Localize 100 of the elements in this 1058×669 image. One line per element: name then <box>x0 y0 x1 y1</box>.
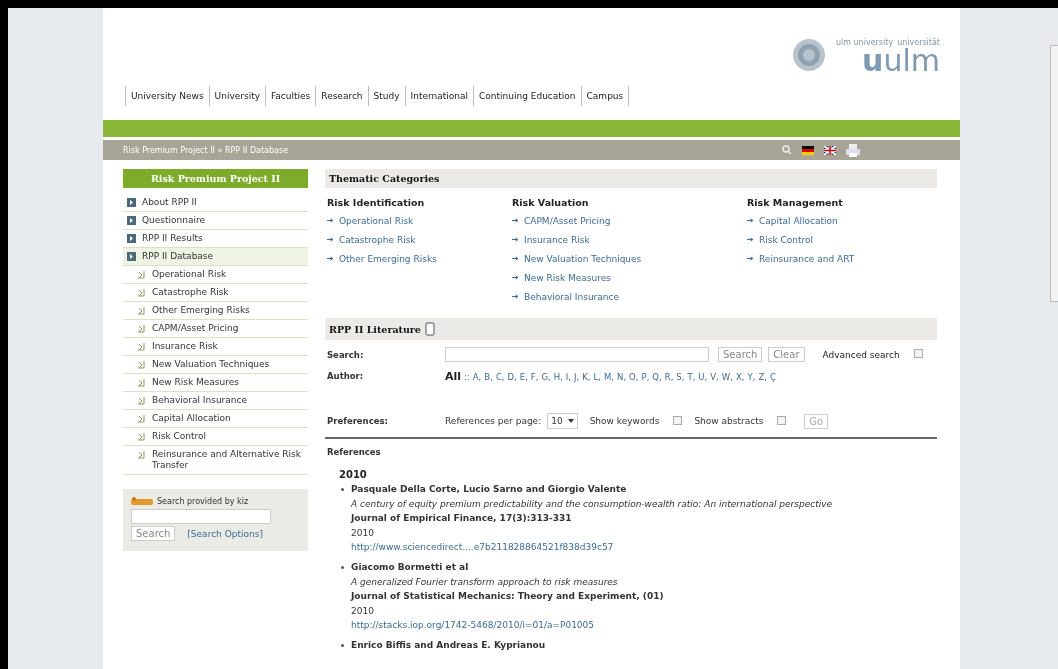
category-link[interactable]: Operational Risk <box>339 215 414 226</box>
author-filter-link[interactable]: M, <box>604 371 615 382</box>
author-filter-link[interactable]: Q, <box>652 371 662 382</box>
logo-wordmark: uulm <box>862 47 940 75</box>
author-filter-link[interactable]: F, <box>530 371 539 382</box>
category-link[interactable]: Capital Allocation <box>759 215 838 226</box>
sidebar-item[interactable]: Risk Control <box>123 428 308 446</box>
nav-link[interactable]: Faculties <box>266 86 317 106</box>
printer-icon[interactable] <box>846 143 860 157</box>
checkbox[interactable] <box>777 415 787 425</box>
category-link[interactable]: New Valuation Techniques <box>524 253 642 264</box>
author-filter-link[interactable]: Ç <box>769 371 776 382</box>
sidebar-item[interactable]: Other Emerging Risks <box>123 302 308 320</box>
author-filter-link[interactable]: Z, <box>758 371 767 382</box>
nav-link[interactable]: University <box>209 86 266 106</box>
nav-link[interactable]: Research <box>316 86 369 106</box>
page-icon <box>424 322 435 336</box>
author-filter-link[interactable]: J, <box>574 371 580 382</box>
section-title: References <box>326 446 382 457</box>
search-button[interactable]: Search <box>718 347 763 362</box>
author-filter-link[interactable]: P, <box>641 371 650 382</box>
category-link[interactable]: Behavioral Insurance <box>524 291 619 302</box>
sidebar-item[interactable]: CAPM/Asset Pricing <box>123 320 308 338</box>
category-link[interactable]: CAPM/Asset Pricing <box>524 215 611 226</box>
author-filter-link[interactable]: K, <box>582 371 591 382</box>
field-label: Author: <box>327 371 365 381</box>
chevron-icon <box>137 306 146 315</box>
author-filter-link[interactable]: X, <box>735 371 745 382</box>
sidebar-item[interactable]: New Valuation Techniques <box>123 356 308 374</box>
author-filter-link[interactable]: V, <box>710 371 719 382</box>
author-filter-link[interactable]: N, <box>617 371 627 382</box>
sidebar-item[interactable]: Catastrophe Risk <box>123 284 308 302</box>
author-filter-link[interactable]: G, <box>541 371 551 382</box>
author-filter-link[interactable]: L, <box>593 371 601 382</box>
category-link[interactable]: Catastrophe Risk <box>339 234 416 245</box>
category-link[interactable]: Other Emerging Risks <box>339 253 437 264</box>
sidebar-item[interactable]: Behavioral Insurance <box>123 392 308 410</box>
author-filter-link[interactable]: Y, <box>747 371 756 382</box>
author-filter-link[interactable]: C, <box>495 371 505 382</box>
reference-link[interactable]: http://www.sciencedirect....e7b211828864521f838d39c57 <box>351 542 614 552</box>
seal-icon <box>791 38 826 72</box>
nav-link[interactable]: University News <box>126 86 210 106</box>
arrow-icon <box>747 256 754 261</box>
nav-link[interactable]: International <box>405 86 475 106</box>
author-filter-link[interactable]: S, <box>676 371 685 382</box>
arrow-icon <box>512 275 519 280</box>
category-link[interactable]: New Risk Measures <box>524 272 611 283</box>
sidebar-item[interactable]: Insurance Risk <box>123 338 308 356</box>
author-filter-link[interactable]: R, <box>664 371 674 382</box>
category-link[interactable]: Reinsurance and ART <box>759 253 855 264</box>
search-button[interactable]: Search <box>131 526 176 541</box>
sidebar-item[interactable]: Questionnaire <box>123 212 308 230</box>
german-flag-icon[interactable] <box>802 145 814 155</box>
nav-link[interactable]: Continuing Education <box>474 86 582 106</box>
sidebar-item[interactable]: About RPP II <box>123 194 308 212</box>
sidebar-item[interactable]: New Risk Measures <box>123 374 308 392</box>
sidebar-item[interactable]: Operational Risk <box>123 266 308 284</box>
search-caption: Search provided by kiz <box>157 497 249 506</box>
author-filter-link[interactable]: I, <box>565 371 572 382</box>
logo-caption: universität <box>897 38 940 47</box>
search-field[interactable] <box>131 509 271 524</box>
author-filter-link[interactable]: U, <box>698 371 708 382</box>
section-header: Thematic Categories <box>325 169 937 188</box>
author-filter-link[interactable]: E, <box>519 371 528 382</box>
author-filter-link[interactable]: O, <box>629 371 639 382</box>
logo-caption: ulm university <box>835 38 894 47</box>
checkbox[interactable] <box>913 349 923 358</box>
clear-button[interactable]: Clear <box>768 347 805 362</box>
author-filter-link[interactable]: All <box>445 369 462 383</box>
search-icon[interactable] <box>782 145 792 155</box>
checkbox-label: Show abstracts <box>694 416 764 426</box>
british-flag-icon[interactable] <box>824 145 836 155</box>
author-filter-link[interactable]: H, <box>553 371 563 382</box>
author-filter-link[interactable]: T, <box>687 371 696 382</box>
author-filter-link[interactable]: D, <box>507 371 517 382</box>
category-link[interactable]: Insurance Risk <box>524 234 590 245</box>
search-field[interactable] <box>445 347 709 362</box>
author-filter-link[interactable]: B, <box>484 371 493 382</box>
author-filter-link[interactable]: A, <box>472 371 482 382</box>
reference-link[interactable]: http://stacks.iop.org/1742-5468/2010/i=01/a=P01005 <box>351 620 595 630</box>
scrollbar[interactable] <box>1050 45 1058 302</box>
reference-authors: Pasquale Della Corte, Lucio Sarno and Giorgio Valente <box>351 483 628 495</box>
nav-link[interactable]: Study <box>368 86 406 106</box>
arrow-icon <box>512 237 519 242</box>
arrow-icon <box>327 256 334 261</box>
sidebar-title: Risk Premium Project II <box>123 169 308 188</box>
separator: :: <box>464 371 470 382</box>
square-arrow-icon <box>127 234 136 243</box>
sidebar-item[interactable]: Reinsurance and Alternative Risk Transfer <box>123 446 308 475</box>
sidebar-item[interactable]: RPP II Database <box>123 248 308 266</box>
nav-link[interactable]: Campus <box>581 86 630 106</box>
search-options-link[interactable]: [Search Options] <box>187 528 263 539</box>
square-arrow-icon <box>127 252 136 261</box>
category-link[interactable]: Risk Control <box>759 234 814 245</box>
checkbox[interactable] <box>673 415 683 425</box>
checkbox-label: Advanced search <box>822 349 900 360</box>
author-filter-link[interactable]: W, <box>721 371 733 382</box>
sidebar-item[interactable]: Capital Allocation <box>123 410 308 428</box>
per-page-dropdown[interactable]: 10 <box>547 413 578 429</box>
chevron-icon <box>137 270 146 279</box>
